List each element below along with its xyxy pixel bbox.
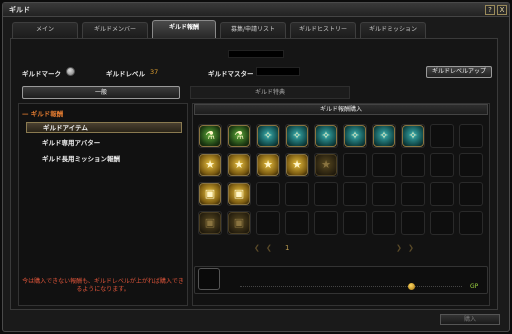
item-slot[interactable]	[285, 211, 309, 235]
gold-star-card-icon[interactable]: ★	[199, 154, 221, 176]
item-slot[interactable]	[285, 182, 309, 206]
item-slot[interactable]	[430, 153, 454, 177]
tab-main[interactable]: メイン	[12, 22, 78, 38]
item-slot[interactable]	[401, 153, 425, 177]
gold-star-card-icon[interactable]: ★	[228, 154, 250, 176]
selected-item-slot[interactable]	[198, 268, 220, 290]
dim-ticket-icon[interactable]: ▣	[199, 212, 221, 234]
gold-ticket-icon[interactable]: ▣	[199, 183, 221, 205]
item-slot[interactable]	[372, 182, 396, 206]
cyan-scroll-icon-glyph: ✧	[350, 129, 360, 142]
help-button[interactable]: ?	[485, 5, 495, 15]
tree-item-master-mission-reward[interactable]: ギルド長用ミッション報酬	[26, 154, 182, 165]
cyan-scroll-icon[interactable]: ✧	[344, 125, 366, 147]
item-slot[interactable]	[401, 211, 425, 235]
cyan-scroll-icon[interactable]: ✧	[373, 125, 395, 147]
gold-star-card-icon-glyph: ★	[205, 158, 215, 171]
item-slot[interactable]	[343, 211, 367, 235]
dim-star-card-icon-glyph: ★	[321, 158, 331, 171]
item-slot[interactable]	[256, 211, 280, 235]
item-slot[interactable]	[372, 153, 396, 177]
title-bar[interactable]: ギルド ? X	[3, 3, 509, 17]
page-number: 1	[285, 244, 290, 252]
gold-ticket-icon-glyph: ▣	[233, 187, 245, 200]
gold-star-card-icon[interactable]: ★	[286, 154, 308, 176]
tab-members[interactable]: ギルドメンバー	[82, 22, 148, 38]
item-slot[interactable]	[314, 182, 338, 206]
warning-text: 今は購入できない報酬も、ギルドレベルが上がれば購入できるようになります。	[22, 278, 184, 293]
item-slot[interactable]	[430, 182, 454, 206]
tree-header[interactable]: — ギルド報酬	[22, 108, 63, 118]
item-slot[interactable]	[401, 182, 425, 206]
gold-star-card-icon-glyph: ★	[292, 158, 302, 171]
cyan-scroll-icon-glyph: ✧	[263, 129, 273, 142]
prev-page-icon[interactable]: ❮	[266, 244, 272, 252]
currency-label: GP	[470, 283, 479, 290]
dim-ticket-icon[interactable]: ▣	[228, 212, 250, 234]
green-star-potion-icon-glyph: ⚗	[234, 129, 244, 142]
cyan-scroll-icon-glyph: ✧	[321, 129, 331, 142]
item-slot[interactable]	[459, 182, 483, 206]
cyan-scroll-icon-glyph: ✧	[408, 129, 418, 142]
item-slot[interactable]	[372, 211, 396, 235]
guild-levelup-button[interactable]: ギルドレベルアップ	[426, 66, 492, 78]
gold-ticket-icon[interactable]: ▣	[228, 183, 250, 205]
gold-star-card-icon-glyph: ★	[234, 158, 244, 171]
gold-ticket-icon-glyph: ▣	[204, 187, 216, 200]
tree-item-guild-avatar[interactable]: ギルド専用アバター	[26, 138, 182, 149]
reward-category-panel	[18, 103, 188, 306]
shop-header: ギルド報酬購入	[194, 104, 488, 115]
last-page-icon[interactable]: ❯	[408, 244, 414, 252]
item-slot[interactable]	[459, 124, 483, 148]
dim-star-card-icon[interactable]: ★	[315, 154, 337, 176]
coin-icon	[408, 283, 415, 290]
price-line	[240, 286, 462, 287]
item-slot[interactable]	[343, 153, 367, 177]
green-star-potion-icon[interactable]: ⚗	[228, 125, 250, 147]
cyan-scroll-icon-glyph: ✧	[292, 129, 302, 142]
window-title: ギルド	[9, 6, 30, 14]
purchase-area	[194, 266, 488, 294]
guild-level-value: 37	[150, 68, 159, 76]
cyan-scroll-icon[interactable]: ✧	[315, 125, 337, 147]
item-slot[interactable]	[314, 211, 338, 235]
subtab-general[interactable]: 一般	[22, 86, 180, 99]
guild-mark-label: ギルドマーク	[22, 70, 61, 78]
tab-recruit-list[interactable]: 募集/申請リスト	[220, 22, 286, 38]
dim-ticket-icon-glyph: ▣	[204, 216, 216, 229]
tree-header-label: ギルド報酬	[30, 110, 64, 118]
guild-level-label: ギルドレベル	[106, 70, 145, 78]
item-slot[interactable]	[430, 124, 454, 148]
guild-master-name	[256, 67, 300, 76]
tab-missions[interactable]: ギルドミッション	[360, 22, 426, 38]
item-slot[interactable]	[343, 182, 367, 206]
guild-name-box	[228, 50, 284, 58]
dim-ticket-icon-glyph: ▣	[233, 216, 245, 229]
gold-star-card-icon[interactable]: ★	[257, 154, 279, 176]
subtab-special[interactable]: ギルド特典	[190, 86, 350, 99]
green-potion-icon-glyph: ⚗	[205, 129, 215, 142]
item-slot[interactable]	[256, 182, 280, 206]
buy-button[interactable]: 購入	[440, 314, 500, 325]
cyan-scroll-icon[interactable]: ✧	[286, 125, 308, 147]
item-slot[interactable]	[459, 153, 483, 177]
guild-master-label: ギルドマスター	[208, 70, 254, 78]
first-page-icon[interactable]: ❮	[254, 244, 260, 252]
next-page-icon[interactable]: ❯	[396, 244, 402, 252]
guild-mark-icon	[66, 67, 75, 76]
gold-star-card-icon-glyph: ★	[263, 158, 273, 171]
tab-rewards[interactable]: ギルド報酬	[152, 20, 216, 39]
item-slot[interactable]	[430, 211, 454, 235]
cyan-scroll-icon-glyph: ✧	[379, 129, 389, 142]
cyan-scroll-icon[interactable]: ✧	[257, 125, 279, 147]
close-button[interactable]: X	[497, 5, 507, 15]
green-potion-icon[interactable]: ⚗	[199, 125, 221, 147]
tab-history[interactable]: ギルドヒストリー	[290, 22, 356, 38]
item-slot[interactable]	[459, 211, 483, 235]
tree-item-guild-items[interactable]: ギルドアイテム	[26, 122, 182, 133]
cyan-scroll-icon[interactable]: ✧	[402, 125, 424, 147]
